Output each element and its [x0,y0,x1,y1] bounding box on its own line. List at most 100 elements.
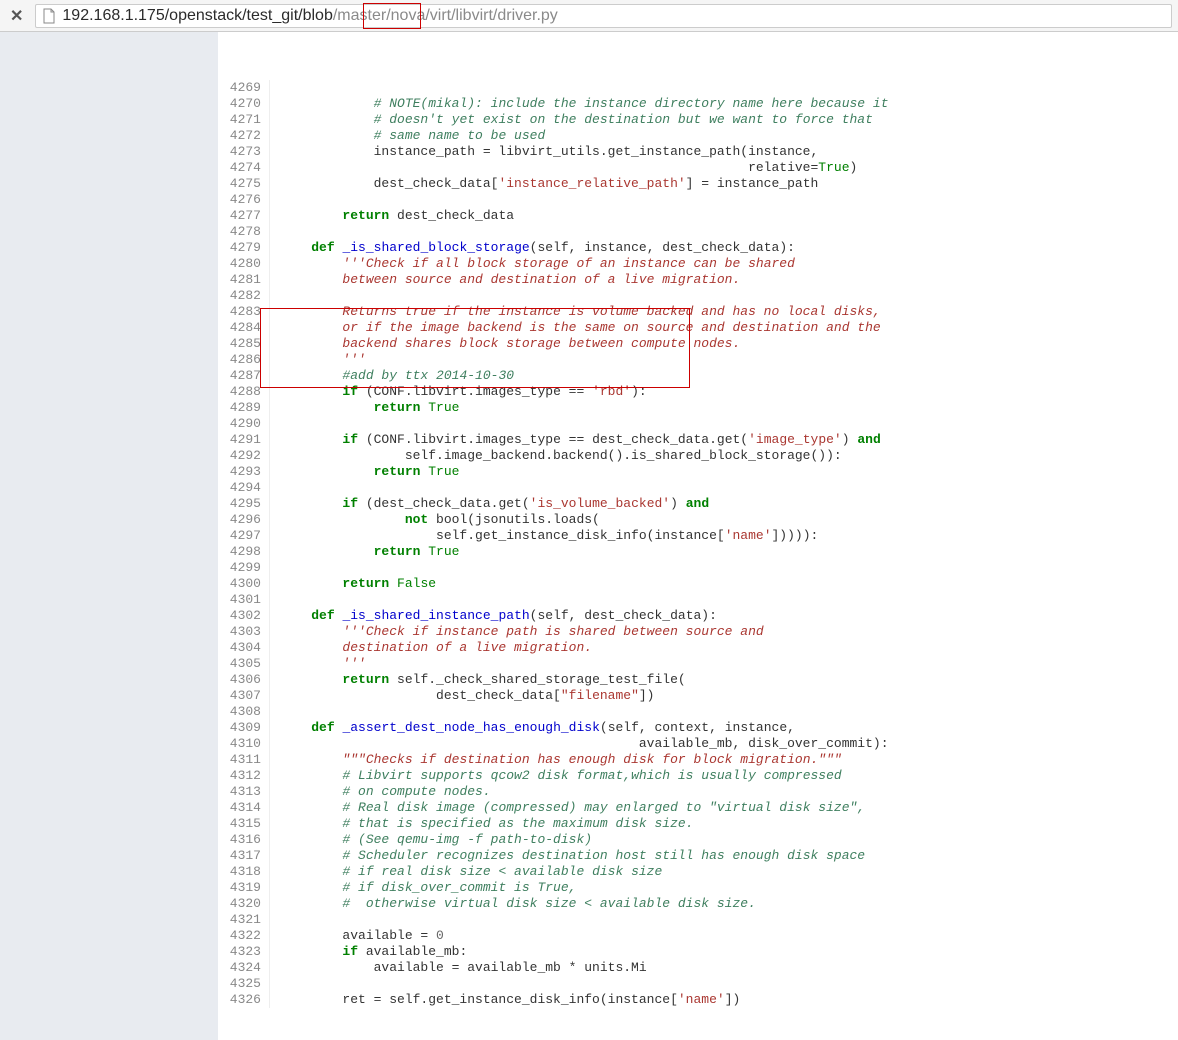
code-line: 4286 ''' [218,352,1178,368]
code-line: 4306 return self._check_shared_storage_t… [218,672,1178,688]
url-before: 192.168.1.175/openstack/test_git/blob [62,7,332,24]
code-line: 4294 [218,480,1178,496]
line-number: 4277 [218,208,270,224]
line-number: 4279 [218,240,270,256]
line-number: 4272 [218,128,270,144]
line-number: 4325 [218,976,270,992]
code-line: 4317 # Scheduler recognizes destination … [218,848,1178,864]
code-content: return True [270,464,459,480]
line-number: 4321 [218,912,270,928]
line-number: 4299 [218,560,270,576]
code-line: 4269 [218,80,1178,96]
code-content: available = available_mb * units.Mi [270,960,647,976]
code-line: 4302 def _is_shared_instance_path(self, … [218,608,1178,624]
url-text: 192.168.1.175/openstack/test_git/blob/ma… [62,7,557,25]
code-content: available_mb, disk_over_commit): [270,736,889,752]
code-line: 4276 [218,192,1178,208]
line-number: 4286 [218,352,270,368]
line-number: 4269 [218,80,270,96]
line-number: 4310 [218,736,270,752]
line-number: 4304 [218,640,270,656]
code-content: self.get_instance_disk_info(instance['na… [270,528,818,544]
line-number: 4315 [218,816,270,832]
line-number: 4278 [218,224,270,240]
code-line: 4308 [218,704,1178,720]
code-content: self.image_backend.backend().is_shared_b… [270,448,842,464]
code-line: 4318 # if real disk size < available dis… [218,864,1178,880]
code-line: 4297 self.get_instance_disk_info(instanc… [218,528,1178,544]
line-number: 4283 [218,304,270,320]
line-number: 4298 [218,544,270,560]
code-line: 4273 instance_path = libvirt_utils.get_i… [218,144,1178,160]
code-line: 4287 #add by ttx 2014-10-30 [218,368,1178,384]
code-line: 4288 if (CONF.libvirt.images_type == 'rb… [218,384,1178,400]
code-line: 4324 available = available_mb * units.Mi [218,960,1178,976]
code-content: # if real disk size < available disk siz… [270,864,662,880]
line-number: 4318 [218,864,270,880]
code-line: 4275 dest_check_data['instance_relative_… [218,176,1178,192]
line-number: 4316 [218,832,270,848]
code-line: 4285 backend shares block storage betwee… [218,336,1178,352]
line-number: 4306 [218,672,270,688]
line-number: 4305 [218,656,270,672]
code-content: instance_path = libvirt_utils.get_instan… [270,144,818,160]
line-number: 4326 [218,992,270,1008]
line-number: 4314 [218,800,270,816]
url-boxed: /master/ [333,7,391,24]
line-number: 4323 [218,944,270,960]
line-number: 4311 [218,752,270,768]
url-after: nova/virt/libvirt/driver.py [391,7,558,24]
code-content: dest_check_data['instance_relative_path'… [270,176,818,192]
line-number: 4324 [218,960,270,976]
code-line: 4282 [218,288,1178,304]
code-content: not bool(jsonutils.loads( [270,512,600,528]
line-number: 4302 [218,608,270,624]
line-number: 4295 [218,496,270,512]
code-line: 4283 Returns true if the instance is vol… [218,304,1178,320]
code-content: destination of a live migration. [270,640,592,656]
line-number: 4288 [218,384,270,400]
code-line: 4299 [218,560,1178,576]
line-number: 4301 [218,592,270,608]
code-content: def _is_shared_instance_path(self, dest_… [270,608,717,624]
code-content: def _is_shared_block_storage(self, insta… [270,240,795,256]
code-content: '''Check if instance path is shared betw… [270,624,764,640]
code-line: 4274 relative=True) [218,160,1178,176]
code-area[interactable]: 42694270 # NOTE(mikal): include the inst… [218,32,1178,1040]
code-content: # on compute nodes. [270,784,491,800]
line-number: 4282 [218,288,270,304]
code-content: # that is specified as the maximum disk … [270,816,693,832]
code-content: # otherwise virtual disk size < availabl… [270,896,756,912]
code-line: 4319 # if disk_over_commit is True, [218,880,1178,896]
code-line: 4307 dest_check_data["filename"]) [218,688,1178,704]
code-line: 4277 return dest_check_data [218,208,1178,224]
line-number: 4271 [218,112,270,128]
code-content: ''' [270,656,366,672]
code-content: # Real disk image (compressed) may enlar… [270,800,865,816]
line-number: 4281 [218,272,270,288]
line-number: 4297 [218,528,270,544]
code-line: 4291 if (CONF.libvirt.images_type == des… [218,432,1178,448]
code-content: relative=True) [270,160,857,176]
code-content: return False [270,576,436,592]
code-line: 4323 if available_mb: [218,944,1178,960]
code-line: 4325 [218,976,1178,992]
code-line: 4304 destination of a live migration. [218,640,1178,656]
code-line: 4322 available = 0 [218,928,1178,944]
line-number: 4319 [218,880,270,896]
code-content: """Checks if destination has enough disk… [270,752,842,768]
stop-reload-button[interactable]: ✕ [6,6,27,26]
line-number: 4291 [218,432,270,448]
code-line: 4301 [218,592,1178,608]
code-content: def _assert_dest_node_has_enough_disk(se… [270,720,795,736]
line-number: 4320 [218,896,270,912]
line-number: 4289 [218,400,270,416]
code-line: 4303 '''Check if instance path is shared… [218,624,1178,640]
code-content: or if the image backend is the same on s… [270,320,881,336]
code-content: if available_mb: [270,944,467,960]
code-line: 4310 available_mb, disk_over_commit): [218,736,1178,752]
url-bar[interactable]: 192.168.1.175/openstack/test_git/blob/ma… [35,4,1172,28]
code-line: 4281 between source and destination of a… [218,272,1178,288]
code-content: between source and destination of a live… [270,272,740,288]
line-number: 4300 [218,576,270,592]
